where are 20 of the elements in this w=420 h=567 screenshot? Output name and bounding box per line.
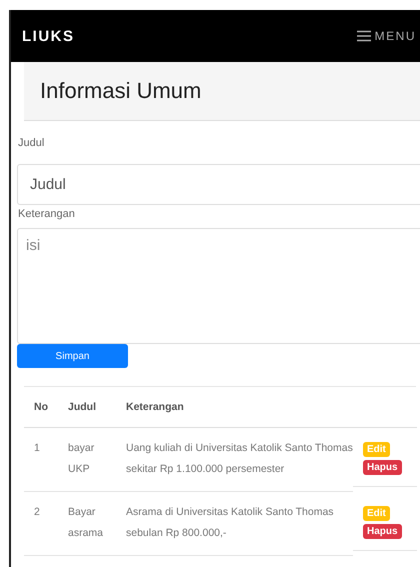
brand-logo[interactable]: LIUKS xyxy=(22,28,74,44)
column-header: Judul xyxy=(58,387,116,428)
column-header: No xyxy=(24,387,58,428)
title-field[interactable]: Judul xyxy=(17,164,420,205)
table-cell: 1 xyxy=(24,428,58,492)
save-button[interactable]: Simpan xyxy=(17,344,128,368)
table-cell: bayar UKP xyxy=(58,428,116,492)
table-cell: Bayar asrama xyxy=(58,492,116,556)
table-cell: 2 xyxy=(24,492,58,556)
field-label: Keterangan xyxy=(18,208,76,220)
field-label: Judul xyxy=(18,137,46,149)
menu-button[interactable]: MENU xyxy=(356,29,416,43)
column-header: Keterangan xyxy=(116,387,353,428)
delete-button[interactable]: Hapus xyxy=(363,460,402,475)
description-field[interactable]: isi xyxy=(17,228,420,344)
delete-button[interactable]: Hapus xyxy=(363,524,402,538)
table-cell: Uang kuliah di Universitas Katolik Santo Thomas sekitar Rp 1.100.000 persemester xyxy=(116,428,353,492)
table-cell: Asrama di Universitas Katolik Santo Thomas sebulan Rp 800.000,- xyxy=(116,492,353,556)
menu-icon xyxy=(356,30,371,42)
page-title: Informasi Umum xyxy=(40,78,202,104)
